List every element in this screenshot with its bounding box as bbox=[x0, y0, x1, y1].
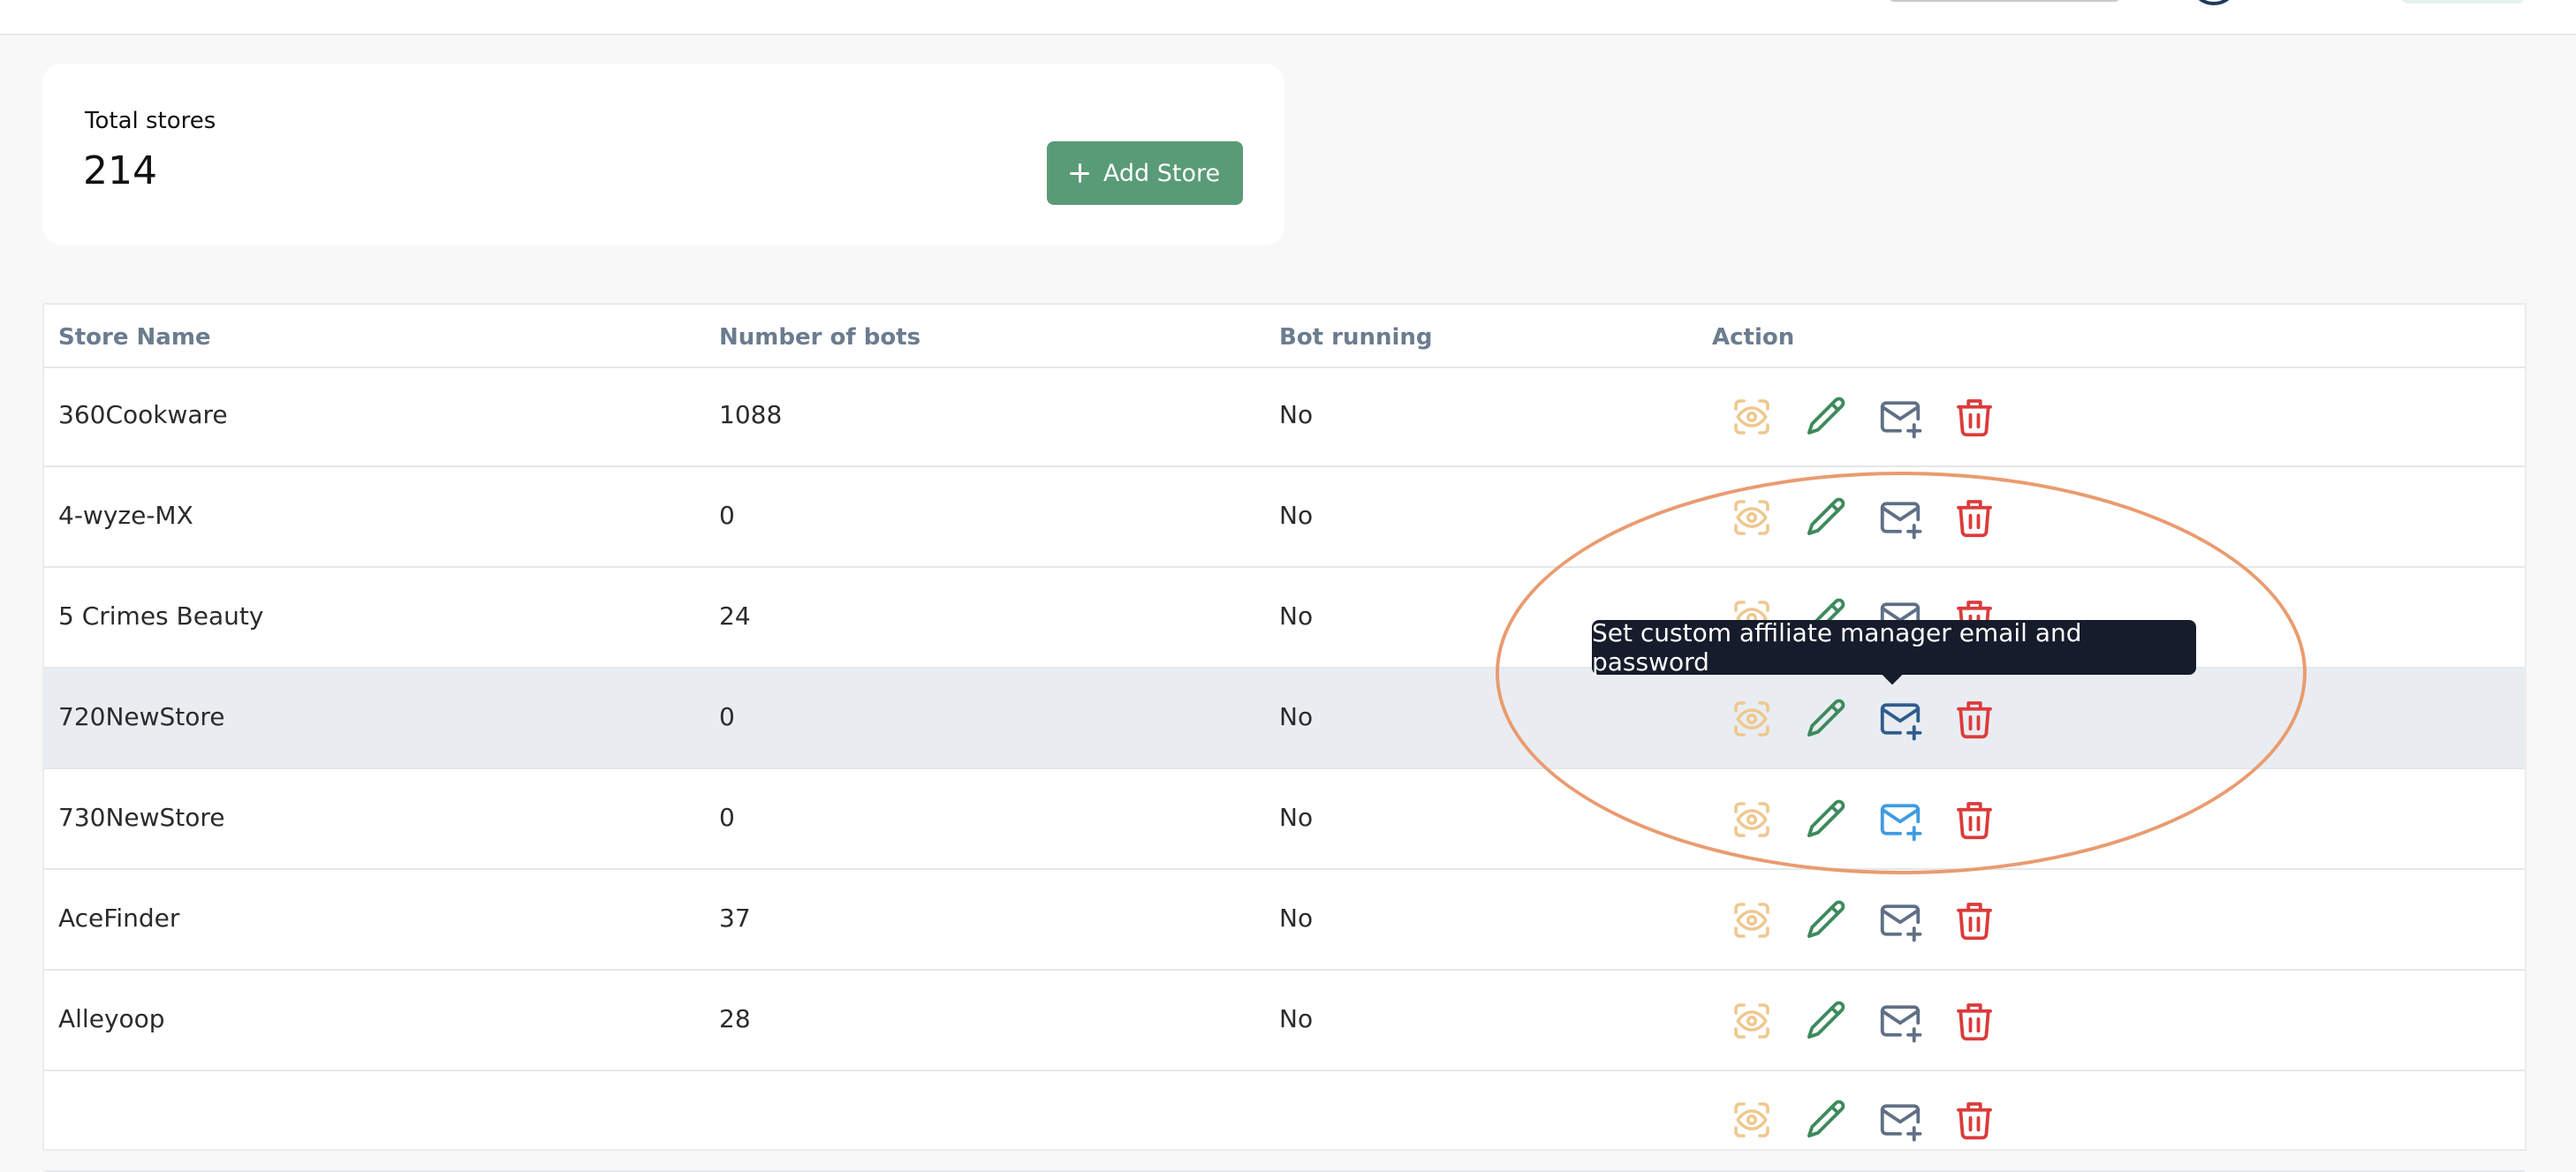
bot-running-cell: No bbox=[1279, 1004, 1314, 1033]
row-actions bbox=[1728, 896, 1998, 944]
store-name-cell: AceFinder bbox=[58, 904, 180, 933]
edit-icon[interactable] bbox=[1802, 1096, 1850, 1144]
column-header-store-name: Store Name bbox=[58, 324, 211, 351]
total-stores-value: 214 bbox=[83, 148, 157, 193]
tooltip: Set custom affiliate manager email and p… bbox=[1592, 618, 2196, 677]
edit-icon[interactable] bbox=[1802, 695, 1850, 743]
column-header-action: Action bbox=[1712, 324, 1795, 351]
avatar[interactable] bbox=[2189, 0, 2239, 5]
search-input[interactable] bbox=[1889, 0, 2120, 2]
row-actions bbox=[1728, 796, 1998, 843]
edit-icon[interactable] bbox=[1802, 494, 1850, 541]
mail-plus-icon[interactable] bbox=[1876, 997, 1924, 1045]
store-name-cell: 5 Crimes Beauty bbox=[58, 601, 264, 631]
bot-count-cell: 37 bbox=[719, 904, 751, 933]
top-bar bbox=[0, 0, 2576, 35]
trash-icon[interactable] bbox=[1951, 896, 1998, 944]
column-header-number-of-bots: Number of bots bbox=[719, 324, 921, 351]
bot-running-cell: No bbox=[1279, 702, 1314, 731]
table-header: Store Name Number of bots Bot running Ac… bbox=[44, 305, 2525, 368]
stores-table: Store Name Number of bots Bot running Ac… bbox=[42, 303, 2527, 1172]
table-row: AceFinder 37 No bbox=[44, 870, 2525, 971]
store-name-cell: 360Cookware bbox=[58, 400, 228, 429]
bot-count-cell: 0 bbox=[719, 501, 735, 530]
view-icon[interactable] bbox=[1728, 494, 1776, 541]
mail-plus-icon[interactable] bbox=[1876, 796, 1924, 843]
table-row: 360Cookware 1088 No bbox=[44, 367, 2525, 467]
status-badge bbox=[2401, 0, 2525, 4]
mail-plus-icon[interactable] bbox=[1876, 896, 1924, 944]
trash-icon[interactable] bbox=[1951, 796, 1998, 843]
row-actions bbox=[1728, 494, 1998, 541]
trash-icon[interactable] bbox=[1951, 695, 1998, 743]
row-actions bbox=[1728, 393, 1998, 441]
trash-icon[interactable] bbox=[1951, 997, 1998, 1045]
view-icon[interactable] bbox=[1728, 393, 1776, 441]
row-actions bbox=[1728, 997, 1998, 1045]
trash-icon[interactable] bbox=[1951, 494, 1998, 541]
view-icon[interactable] bbox=[1728, 896, 1776, 944]
store-name-cell: 730NewStore bbox=[58, 803, 225, 832]
store-name-cell: 720NewStore bbox=[58, 702, 225, 731]
mail-plus-icon[interactable] bbox=[1876, 1096, 1924, 1144]
store-name-cell: Alleyoop bbox=[58, 1004, 165, 1033]
bot-running-cell: No bbox=[1279, 904, 1314, 933]
bot-running-cell: No bbox=[1279, 400, 1314, 429]
add-store-label: Add Store bbox=[1102, 159, 1221, 187]
trash-icon[interactable] bbox=[1951, 393, 1998, 441]
view-icon[interactable] bbox=[1728, 796, 1776, 843]
edit-icon[interactable] bbox=[1802, 796, 1850, 843]
bot-count-cell: 0 bbox=[719, 803, 735, 832]
store-name-cell: 4-wyze-MX bbox=[58, 501, 193, 530]
mail-plus-icon[interactable] bbox=[1876, 695, 1924, 743]
row-actions bbox=[1728, 695, 1998, 743]
column-header-bot-running: Bot running bbox=[1279, 324, 1433, 351]
add-store-button[interactable]: Add Store bbox=[1047, 141, 1243, 205]
plus-icon bbox=[1069, 163, 1089, 183]
table-row: 4-wyze-MX 0 No bbox=[44, 467, 2525, 568]
table-row bbox=[44, 1071, 2525, 1172]
trash-icon[interactable] bbox=[1951, 1096, 1998, 1144]
mail-plus-icon[interactable] bbox=[1876, 393, 1924, 441]
edit-icon[interactable] bbox=[1802, 896, 1850, 944]
edit-icon[interactable] bbox=[1802, 393, 1850, 441]
bot-running-cell: No bbox=[1279, 803, 1314, 832]
bot-count-cell: 0 bbox=[719, 702, 735, 731]
bot-running-cell: No bbox=[1279, 501, 1314, 530]
bot-count-cell: 1088 bbox=[719, 400, 783, 429]
view-icon[interactable] bbox=[1728, 695, 1776, 743]
table-row: 730NewStore 0 No bbox=[44, 769, 2525, 870]
mail-plus-icon[interactable] bbox=[1876, 494, 1924, 541]
bot-running-cell: No bbox=[1279, 601, 1314, 631]
total-stores-card: Total stores 214 Add Store bbox=[42, 64, 1284, 246]
view-icon[interactable] bbox=[1728, 1096, 1776, 1144]
bot-count-cell: 24 bbox=[719, 601, 751, 631]
edit-icon[interactable] bbox=[1802, 997, 1850, 1045]
total-stores-label: Total stores bbox=[85, 108, 216, 134]
view-icon[interactable] bbox=[1728, 997, 1776, 1045]
row-actions bbox=[1728, 1096, 1998, 1144]
table-row: Alleyoop 28 No bbox=[44, 971, 2525, 1071]
bot-count-cell: 28 bbox=[719, 1004, 751, 1033]
table-row: 720NewStore 0 No bbox=[44, 669, 2525, 769]
